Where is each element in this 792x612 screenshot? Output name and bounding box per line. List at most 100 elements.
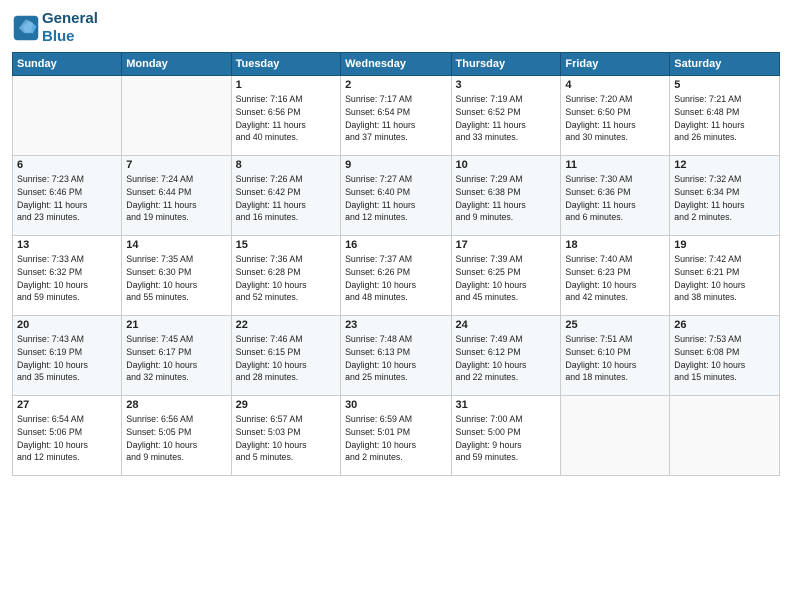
day-number: 21 — [126, 319, 226, 331]
day-cell: 23 Sunrise: 7:48 AM Sunset: 6:13 PM Dayli… — [341, 316, 451, 396]
day-cell: 10 Sunrise: 7:29 AM Sunset: 6:38 PM Dayli… — [451, 156, 561, 236]
day-cell: 20Sunrise: 7:43 AM Sunset: 6:19 PM Dayli… — [13, 316, 122, 396]
day-number: 15 — [236, 239, 336, 251]
day-number: 3 — [456, 79, 557, 91]
day-number: 16 — [345, 239, 446, 251]
day-cell: 3 Sunrise: 7:19 AM Sunset: 6:52 PM Daylig… — [451, 76, 561, 156]
day-cell: 6 Sunrise: 7:23 AM Sunset: 6:46 PM Daylig… — [13, 156, 122, 236]
header-row: SundayMondayTuesdayWednesdayThursdayFrid… — [13, 53, 780, 76]
day-number: 22 — [236, 319, 336, 331]
day-cell: 21Sunrise: 7:45 AM Sunset: 6:17 PM Dayli… — [122, 316, 231, 396]
day-info: Sunrise: 7:49 AM Sunset: 6:12 PM Dayligh… — [456, 333, 557, 384]
day-number: 11 — [565, 159, 665, 171]
day-cell: 19Sunrise: 7:42 AM Sunset: 6:21 PM Dayli… — [670, 236, 780, 316]
day-info: Sunrise: 7:17 AM Sunset: 6:54 PM Dayligh… — [345, 93, 446, 144]
day-cell: 25Sunrise: 7:51 AM Sunset: 6:10 PM Dayli… — [561, 316, 670, 396]
day-number: 24 — [456, 319, 557, 331]
day-cell: 22 Sunrise: 7:46 AM Sunset: 6:15 PM Dayli… — [231, 316, 340, 396]
day-number: 14 — [126, 239, 226, 251]
day-cell — [561, 396, 670, 476]
day-cell: 24 Sunrise: 7:49 AM Sunset: 6:12 PM Dayli… — [451, 316, 561, 396]
day-number: 1 — [236, 79, 336, 91]
day-number: 2 — [345, 79, 446, 91]
day-info: Sunrise: 7:26 AM Sunset: 6:42 PM Dayligh… — [236, 173, 336, 224]
day-number: 28 — [126, 399, 226, 411]
day-cell: 5Sunrise: 7:21 AM Sunset: 6:48 PM Daylig… — [670, 76, 780, 156]
day-number: 18 — [565, 239, 665, 251]
logo-icon — [12, 14, 40, 42]
weekday-header-sunday: Sunday — [13, 53, 122, 76]
day-info: Sunrise: 7:16 AM Sunset: 6:56 PM Dayligh… — [236, 93, 336, 144]
day-number: 17 — [456, 239, 557, 251]
day-info: Sunrise: 7:23 AM Sunset: 6:46 PM Dayligh… — [17, 173, 117, 224]
day-info: Sunrise: 7:33 AM Sunset: 6:32 PM Dayligh… — [17, 253, 117, 304]
day-cell: 31 Sunrise: 7:00 AM Sunset: 5:00 PM Dayli… — [451, 396, 561, 476]
day-cell: 9Sunrise: 7:27 AM Sunset: 6:40 PM Daylig… — [341, 156, 451, 236]
day-info: Sunrise: 7:42 AM Sunset: 6:21 PM Dayligh… — [674, 253, 775, 304]
day-info: Sunrise: 7:29 AM Sunset: 6:38 PM Dayligh… — [456, 173, 557, 224]
day-cell: 12 Sunrise: 7:32 AM Sunset: 6:34 PM Dayli… — [670, 156, 780, 236]
day-info: Sunrise: 7:21 AM Sunset: 6:48 PM Dayligh… — [674, 93, 775, 144]
day-number: 23 — [345, 319, 446, 331]
day-number: 7 — [126, 159, 226, 171]
logo-general: General — [42, 10, 98, 28]
day-number: 26 — [674, 319, 775, 331]
day-cell: 17 Sunrise: 7:39 AM Sunset: 6:25 PM Dayli… — [451, 236, 561, 316]
weekday-header-friday: Friday — [561, 53, 670, 76]
week-row-1: 1 Sunrise: 7:16 AM Sunset: 6:56 PM Daylig… — [13, 76, 780, 156]
day-info: Sunrise: 7:00 AM Sunset: 5:00 PM Dayligh… — [456, 413, 557, 464]
day-info: Sunrise: 7:46 AM Sunset: 6:15 PM Dayligh… — [236, 333, 336, 384]
weekday-header-wednesday: Wednesday — [341, 53, 451, 76]
day-info: Sunrise: 7:32 AM Sunset: 6:34 PM Dayligh… — [674, 173, 775, 224]
day-info: Sunrise: 7:36 AM Sunset: 6:28 PM Dayligh… — [236, 253, 336, 304]
weekday-header-thursday: Thursday — [451, 53, 561, 76]
day-cell: 14Sunrise: 7:35 AM Sunset: 6:30 PM Dayli… — [122, 236, 231, 316]
logo-blue: Blue — [42, 28, 98, 46]
day-cell: 1 Sunrise: 7:16 AM Sunset: 6:56 PM Daylig… — [231, 76, 340, 156]
day-number: 10 — [456, 159, 557, 171]
day-number: 4 — [565, 79, 665, 91]
day-info: Sunrise: 7:19 AM Sunset: 6:52 PM Dayligh… — [456, 93, 557, 144]
day-cell: 13Sunrise: 7:33 AM Sunset: 6:32 PM Dayli… — [13, 236, 122, 316]
day-info: Sunrise: 7:30 AM Sunset: 6:36 PM Dayligh… — [565, 173, 665, 224]
logo: General Blue — [12, 10, 98, 46]
day-number: 6 — [17, 159, 117, 171]
calendar-table: SundayMondayTuesdayWednesdayThursdayFrid… — [12, 52, 780, 476]
day-number: 31 — [456, 399, 557, 411]
day-number: 9 — [345, 159, 446, 171]
day-number: 12 — [674, 159, 775, 171]
day-number: 27 — [17, 399, 117, 411]
day-cell: 7 Sunrise: 7:24 AM Sunset: 6:44 PM Daylig… — [122, 156, 231, 236]
day-info: Sunrise: 7:37 AM Sunset: 6:26 PM Dayligh… — [345, 253, 446, 304]
day-cell: 15 Sunrise: 7:36 AM Sunset: 6:28 PM Dayli… — [231, 236, 340, 316]
day-number: 8 — [236, 159, 336, 171]
day-cell: 28Sunrise: 6:56 AM Sunset: 5:05 PM Dayli… — [122, 396, 231, 476]
day-cell: 4 Sunrise: 7:20 AM Sunset: 6:50 PM Daylig… — [561, 76, 670, 156]
day-cell: 8 Sunrise: 7:26 AM Sunset: 6:42 PM Daylig… — [231, 156, 340, 236]
week-row-5: 27Sunrise: 6:54 AM Sunset: 5:06 PM Dayli… — [13, 396, 780, 476]
day-info: Sunrise: 7:39 AM Sunset: 6:25 PM Dayligh… — [456, 253, 557, 304]
day-info: Sunrise: 7:24 AM Sunset: 6:44 PM Dayligh… — [126, 173, 226, 224]
weekday-header-tuesday: Tuesday — [231, 53, 340, 76]
day-info: Sunrise: 7:51 AM Sunset: 6:10 PM Dayligh… — [565, 333, 665, 384]
day-cell: 2 Sunrise: 7:17 AM Sunset: 6:54 PM Daylig… — [341, 76, 451, 156]
header: General Blue — [12, 10, 780, 46]
day-cell: 18 Sunrise: 7:40 AM Sunset: 6:23 PM Dayli… — [561, 236, 670, 316]
day-cell: 30 Sunrise: 6:59 AM Sunset: 5:01 PM Dayli… — [341, 396, 451, 476]
day-info: Sunrise: 7:20 AM Sunset: 6:50 PM Dayligh… — [565, 93, 665, 144]
day-cell: 11 Sunrise: 7:30 AM Sunset: 6:36 PM Dayli… — [561, 156, 670, 236]
week-row-2: 6 Sunrise: 7:23 AM Sunset: 6:46 PM Daylig… — [13, 156, 780, 236]
day-cell — [122, 76, 231, 156]
weekday-header-monday: Monday — [122, 53, 231, 76]
day-cell: 26Sunrise: 7:53 AM Sunset: 6:08 PM Dayli… — [670, 316, 780, 396]
weekday-header-saturday: Saturday — [670, 53, 780, 76]
day-info: Sunrise: 7:40 AM Sunset: 6:23 PM Dayligh… — [565, 253, 665, 304]
day-number: 29 — [236, 399, 336, 411]
day-cell: 16 Sunrise: 7:37 AM Sunset: 6:26 PM Dayli… — [341, 236, 451, 316]
day-number: 20 — [17, 319, 117, 331]
week-row-3: 13Sunrise: 7:33 AM Sunset: 6:32 PM Dayli… — [13, 236, 780, 316]
day-info: Sunrise: 6:59 AM Sunset: 5:01 PM Dayligh… — [345, 413, 446, 464]
day-info: Sunrise: 7:48 AM Sunset: 6:13 PM Dayligh… — [345, 333, 446, 384]
day-number: 30 — [345, 399, 446, 411]
day-cell: 29Sunrise: 6:57 AM Sunset: 5:03 PM Dayli… — [231, 396, 340, 476]
